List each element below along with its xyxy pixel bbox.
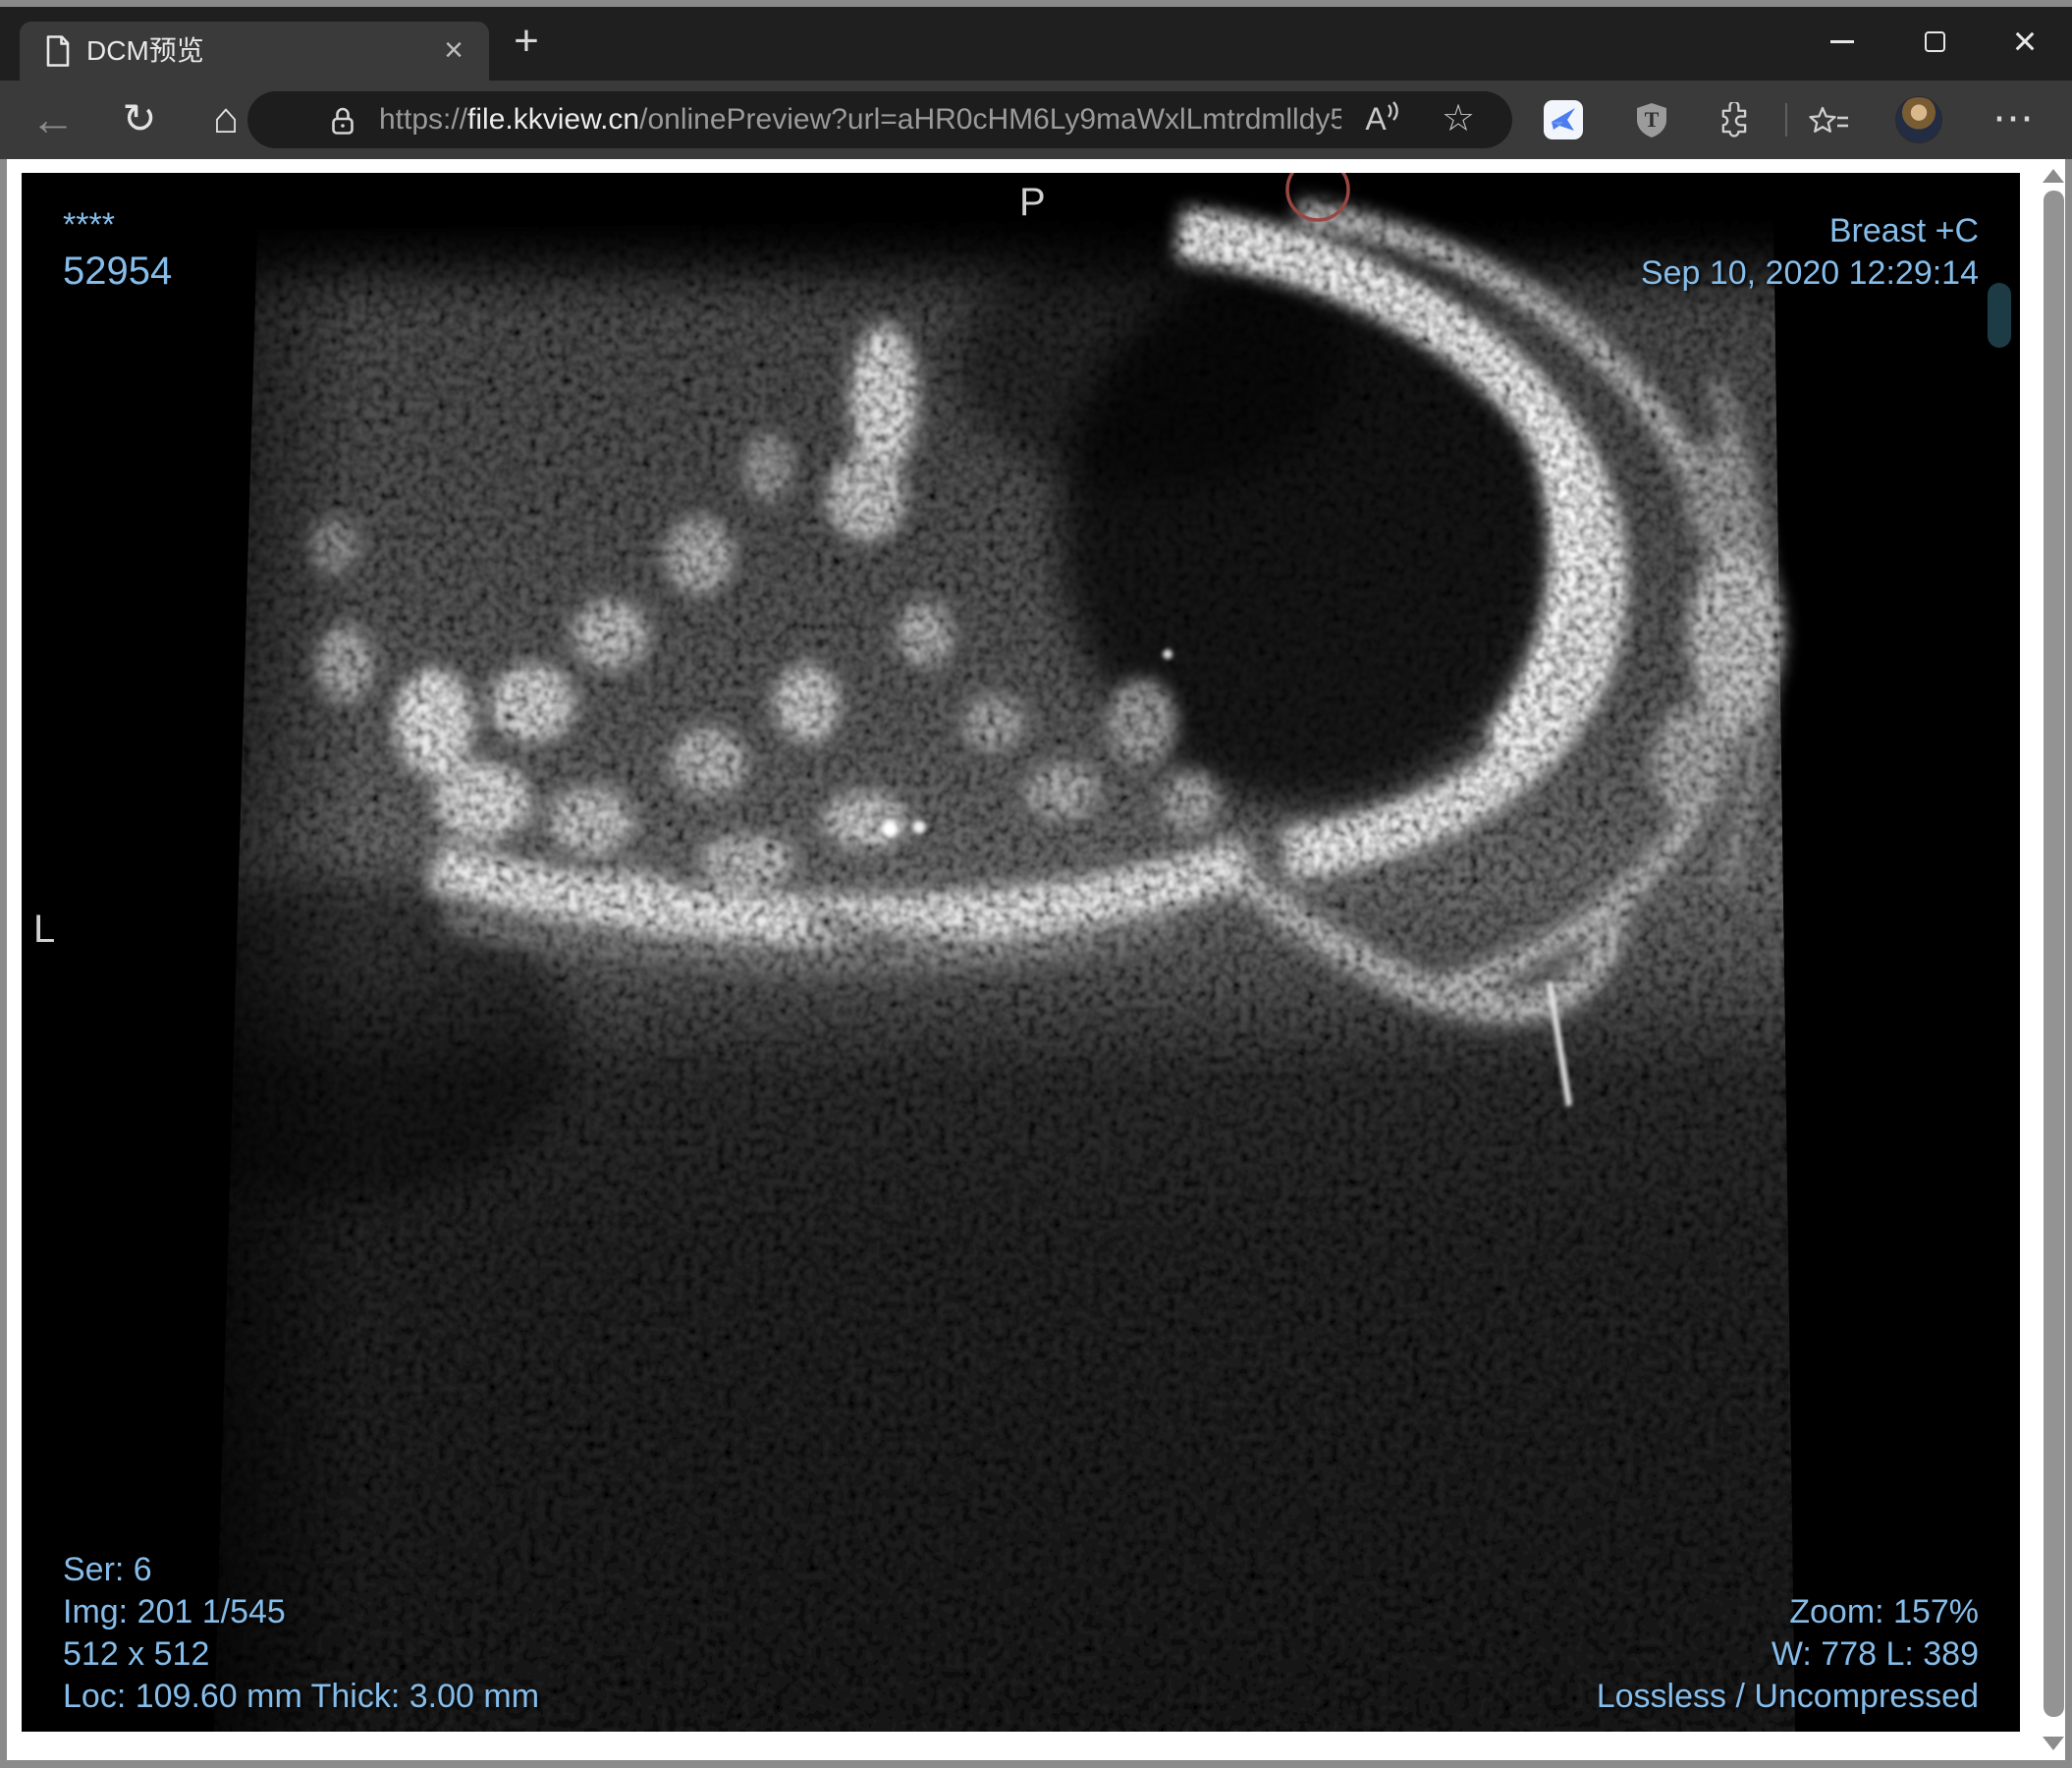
overlay-patient-info: **** 52954: [63, 204, 172, 296]
scrollbar-thumb[interactable]: [2044, 191, 2064, 1717]
orientation-marker-left: L: [33, 908, 56, 951]
browser-tab[interactable]: DCM预览 ×: [20, 22, 489, 81]
address-bar[interactable]: https://file.kkview.cn/onlinePreview?url…: [247, 91, 1512, 148]
scrollbar-down-arrow-icon[interactable]: [2043, 1737, 2064, 1750]
image-matrix: 512 x 512: [63, 1635, 210, 1673]
series-number: Ser: 6: [63, 1551, 152, 1588]
window-close-button[interactable]: ×: [1993, 7, 2056, 76]
shield-letter: T: [1645, 107, 1660, 132]
slice-location: Loc: 109.60 mm Thick: 3.00 mm: [63, 1678, 540, 1715]
extensions-puzzle-icon[interactable]: [1717, 100, 1752, 138]
patient-id: 52954: [63, 249, 173, 293]
overlay-display-info: Zoom: 157% W: 778 L: 389 Lossless / Unco…: [1597, 1591, 1979, 1718]
url-text[interactable]: https://file.kkview.cn/onlinePreview?url…: [379, 91, 1341, 148]
zoom-level: Zoom: 157%: [1789, 1593, 1979, 1630]
study-description: Breast +C: [1828, 212, 1979, 249]
scrollbar-up-arrow-icon[interactable]: [2043, 169, 2064, 183]
image-number: Img: 201 1/545: [63, 1593, 286, 1630]
minimize-icon: [1830, 39, 1854, 43]
profile-avatar[interactable]: [1895, 96, 1942, 143]
favorite-star-icon[interactable]: ☆: [1434, 91, 1483, 148]
new-tab-button[interactable]: +: [503, 15, 550, 72]
overlay-series-info: Ser: 6 Img: 201 1/545 512 x 512 Loc: 109…: [63, 1549, 539, 1718]
viewer-scroll-pill[interactable]: [1988, 283, 2011, 348]
patient-name: ****: [63, 206, 115, 244]
tab-title: DCM预览: [86, 35, 204, 66]
document-icon: [46, 35, 70, 67]
url-path: /onlinePreview?url=aHR0cHM6Ly9maWxlLmtrd…: [639, 103, 1341, 136]
window-level: W: 778 L: 389: [1771, 1635, 1979, 1673]
browser-toolbar: ← ↻ ⌂ https://file.kkview.cn/onlinePrevi…: [0, 81, 2072, 159]
url-scheme: https://: [379, 103, 468, 136]
study-datetime: Sep 10, 2020 12:29:14: [1640, 254, 1979, 292]
dicom-viewer-canvas[interactable]: **** 52954 Breast +C Sep 10, 2020 12:29:…: [22, 173, 2020, 1732]
home-button[interactable]: ⌂: [196, 81, 255, 159]
overlay-study-info: Breast +C Sep 10, 2020 12:29:14: [1641, 210, 1979, 295]
compression-info: Lossless / Uncompressed: [1596, 1678, 1979, 1715]
toolbar-divider: [1785, 103, 1787, 137]
kkview-extension-icon[interactable]: [1544, 100, 1583, 139]
titlebar: DCM预览 × + ×: [0, 7, 2072, 81]
window-maximize-button[interactable]: [1903, 7, 1966, 76]
orientation-marker-posterior: P: [1019, 181, 1046, 224]
lock-icon[interactable]: [330, 106, 355, 136]
collections-icon[interactable]: [1807, 102, 1850, 138]
tampermonkey-shield-icon[interactable]: T: [1632, 100, 1671, 139]
mri-scan-image: [120, 173, 1797, 1732]
url-host: file.kkview.cn: [467, 103, 640, 136]
read-aloud-letter: A: [1365, 101, 1387, 137]
tab-close-icon[interactable]: ×: [434, 22, 473, 81]
maximize-icon: [1924, 30, 1945, 52]
back-button[interactable]: ←: [24, 81, 82, 159]
window-minimize-button[interactable]: [1811, 7, 1874, 76]
read-aloud-icon[interactable]: A: [1355, 91, 1410, 148]
refresh-button[interactable]: ↻: [110, 81, 169, 159]
settings-more-icon[interactable]: ⋯: [1982, 81, 2045, 159]
